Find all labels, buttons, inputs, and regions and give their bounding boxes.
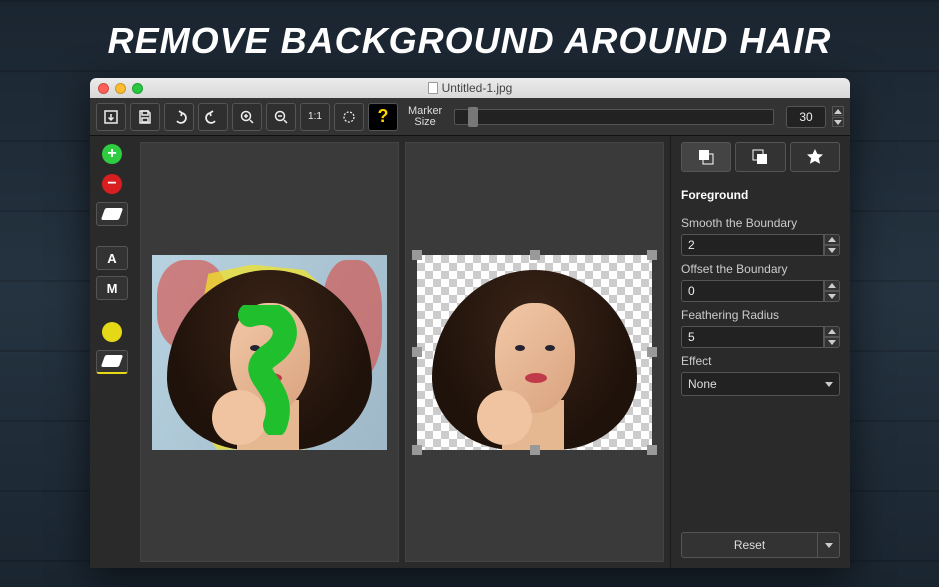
slider-thumb-icon[interactable]	[468, 107, 478, 127]
zoom-actual-button[interactable]: 1:1	[300, 103, 330, 131]
chevron-down-icon	[825, 382, 833, 387]
titlebar: Untitled-1.jpg	[90, 78, 850, 98]
mark-foreground-tool[interactable]: +	[96, 142, 128, 166]
manual-mode-button[interactable]: M	[96, 276, 128, 300]
smooth-label: Smooth the Boundary	[681, 216, 840, 230]
tab-favorites[interactable]	[790, 142, 840, 172]
undo-button[interactable]	[164, 103, 194, 131]
zoom-fit-button[interactable]	[334, 103, 364, 131]
crop-handle[interactable]	[412, 347, 422, 357]
crop-handle[interactable]	[412, 445, 422, 455]
zoom-out-button[interactable]	[266, 103, 296, 131]
eraser-icon	[101, 355, 123, 367]
offset-label: Offset the Boundary	[681, 262, 840, 276]
marker-size-step-up[interactable]	[832, 106, 844, 116]
crop-handle[interactable]	[530, 445, 540, 455]
help-button[interactable]: ?	[368, 103, 398, 131]
source-canvas[interactable]	[140, 142, 399, 562]
tab-foreground[interactable]	[681, 142, 731, 172]
smooth-step-down[interactable]	[824, 245, 840, 256]
effect-dropdown[interactable]: None	[681, 372, 840, 396]
marker-size-step-down[interactable]	[832, 117, 844, 127]
document-icon	[428, 82, 438, 94]
smooth-input[interactable]: 2	[681, 234, 824, 256]
feather-step-up[interactable]	[824, 326, 840, 337]
crop-handle[interactable]	[530, 250, 540, 260]
smooth-step-up[interactable]	[824, 234, 840, 245]
tab-background[interactable]	[735, 142, 785, 172]
crop-handle[interactable]	[412, 250, 422, 260]
offset-step-up[interactable]	[824, 280, 840, 291]
result-image	[417, 255, 652, 450]
eraser-icon	[101, 208, 123, 220]
toolbar: 1:1 ? Marker Size 30	[90, 98, 850, 136]
import-button[interactable]	[96, 103, 126, 131]
result-canvas[interactable]	[405, 142, 664, 562]
effect-value: None	[688, 377, 717, 391]
hair-eraser-tool[interactable]	[96, 350, 128, 374]
feather-step-down[interactable]	[824, 337, 840, 348]
reset-button[interactable]: Reset	[681, 532, 818, 558]
feather-input[interactable]: 5	[681, 326, 824, 348]
redo-button[interactable]	[198, 103, 228, 131]
foreground-stroke-overlay	[230, 305, 320, 435]
hair-tool[interactable]	[96, 320, 128, 344]
eraser-tool[interactable]	[96, 202, 128, 226]
crop-handle[interactable]	[647, 250, 657, 260]
panel-section-title: Foreground	[681, 188, 840, 202]
zoom-in-button[interactable]	[232, 103, 262, 131]
properties-panel: Foreground Smooth the Boundary 2 Offset …	[670, 136, 850, 568]
offset-step-down[interactable]	[824, 291, 840, 302]
reset-menu-button[interactable]	[818, 532, 840, 558]
marker-size-slider[interactable]	[454, 109, 774, 125]
auto-mode-button[interactable]: A	[96, 246, 128, 270]
promo-headline: REMOVE BACKGROUND AROUND HAIR	[0, 0, 939, 72]
crop-handle[interactable]	[647, 347, 657, 357]
marker-size-label: Marker Size	[408, 106, 442, 128]
window-title: Untitled-1.jpg	[442, 81, 513, 95]
effect-label: Effect	[681, 354, 840, 368]
tool-sidebar: + − A M	[90, 136, 134, 568]
chevron-down-icon	[825, 543, 833, 548]
save-button[interactable]	[130, 103, 160, 131]
mark-background-tool[interactable]: −	[96, 172, 128, 196]
app-window: Untitled-1.jpg 1:1 ? Marker Size	[90, 78, 850, 568]
feather-label: Feathering Radius	[681, 308, 840, 322]
crop-handle[interactable]	[647, 445, 657, 455]
offset-input[interactable]: 0	[681, 280, 824, 302]
marker-size-value[interactable]: 30	[786, 106, 826, 128]
